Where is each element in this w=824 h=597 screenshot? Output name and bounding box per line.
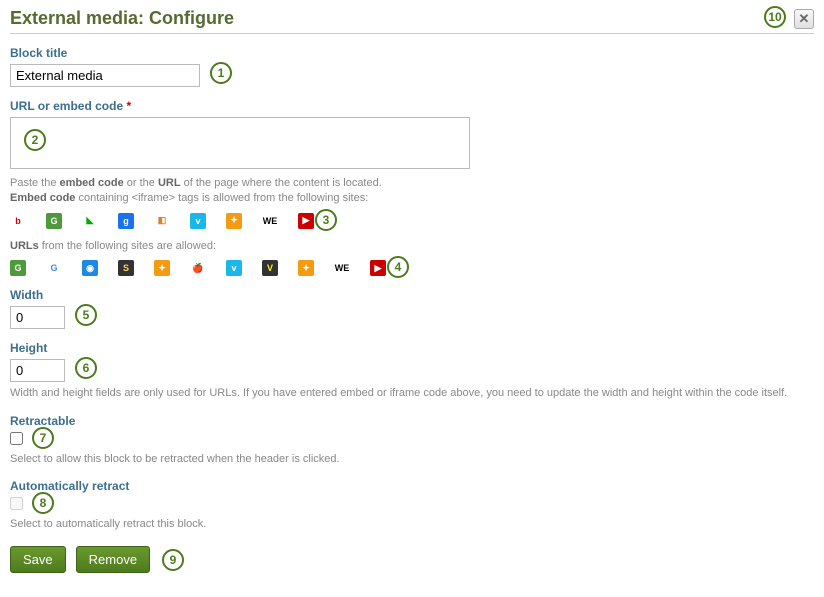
site-icon: 🍎 (190, 260, 206, 276)
url-embed-textarea[interactable] (10, 117, 470, 169)
site-icon: WE (262, 213, 278, 229)
annotation-5: 5 (75, 304, 97, 326)
retractable-label: Retractable (10, 414, 814, 428)
height-label: Height (10, 341, 814, 355)
save-button[interactable]: Save (10, 546, 66, 573)
annotation-10: 10 (764, 6, 786, 28)
site-icon: WE (334, 260, 350, 276)
site-icon: G (10, 260, 26, 276)
height-input[interactable] (10, 359, 65, 382)
site-icon: ▶ (298, 213, 314, 229)
site-icon: b (10, 213, 26, 229)
annotation-8: 8 (32, 492, 54, 514)
site-icon: v (190, 213, 206, 229)
site-icon: ✦ (298, 260, 314, 276)
site-icon: G (46, 213, 62, 229)
width-input[interactable] (10, 306, 65, 329)
dialog-header: External media: Configure ✕ 10 (10, 8, 814, 34)
embed-sites-row: bG◣g◧v✦WE▶3 (10, 213, 814, 229)
close-button[interactable]: ✕ (794, 9, 814, 29)
annotation-6: 6 (75, 357, 97, 379)
url-sites-row: GG◉S✦🍎vV✦WE▶4 (10, 260, 814, 276)
annotation-7: 7 (32, 427, 54, 449)
annotation-9: 9 (162, 549, 184, 571)
remove-button[interactable]: Remove (76, 546, 150, 573)
site-icon: ◧ (154, 213, 170, 229)
auto-retract-label: Automatically retract (10, 479, 814, 493)
width-label: Width (10, 288, 814, 302)
site-icon: G (46, 260, 62, 276)
site-icon: ▶ (370, 260, 386, 276)
annotation-4: 4 (387, 256, 409, 278)
site-icon: S (118, 260, 134, 276)
site-icon: ◉ (82, 260, 98, 276)
urls-help-text: URLs from the following sites are allowe… (10, 239, 814, 254)
annotation-3: 3 (315, 209, 337, 231)
block-title-input[interactable] (10, 64, 200, 87)
retractable-checkbox[interactable] (10, 432, 23, 445)
close-icon: ✕ (799, 11, 810, 27)
url-embed-label-text: URL or embed code (10, 99, 123, 113)
site-icon: v (226, 260, 242, 276)
auto-retract-help: Select to automatically retract this blo… (10, 517, 814, 532)
site-icon: ◣ (82, 213, 98, 229)
height-help: Width and height fields are only used fo… (10, 386, 814, 401)
retractable-help: Select to allow this block to be retract… (10, 452, 814, 467)
annotation-1: 1 (210, 62, 232, 84)
block-title-label: Block title (10, 46, 814, 60)
dialog-title: External media: Configure (10, 8, 234, 29)
site-icon: V (262, 260, 278, 276)
required-marker: * (126, 99, 131, 113)
site-icon: g (118, 213, 134, 229)
site-icon: ✦ (154, 260, 170, 276)
embed-help-text: Paste the embed code or the URL of the p… (10, 176, 814, 207)
site-icon: ✦ (226, 213, 242, 229)
url-embed-label: URL or embed code * (10, 99, 814, 113)
auto-retract-checkbox (10, 497, 23, 510)
